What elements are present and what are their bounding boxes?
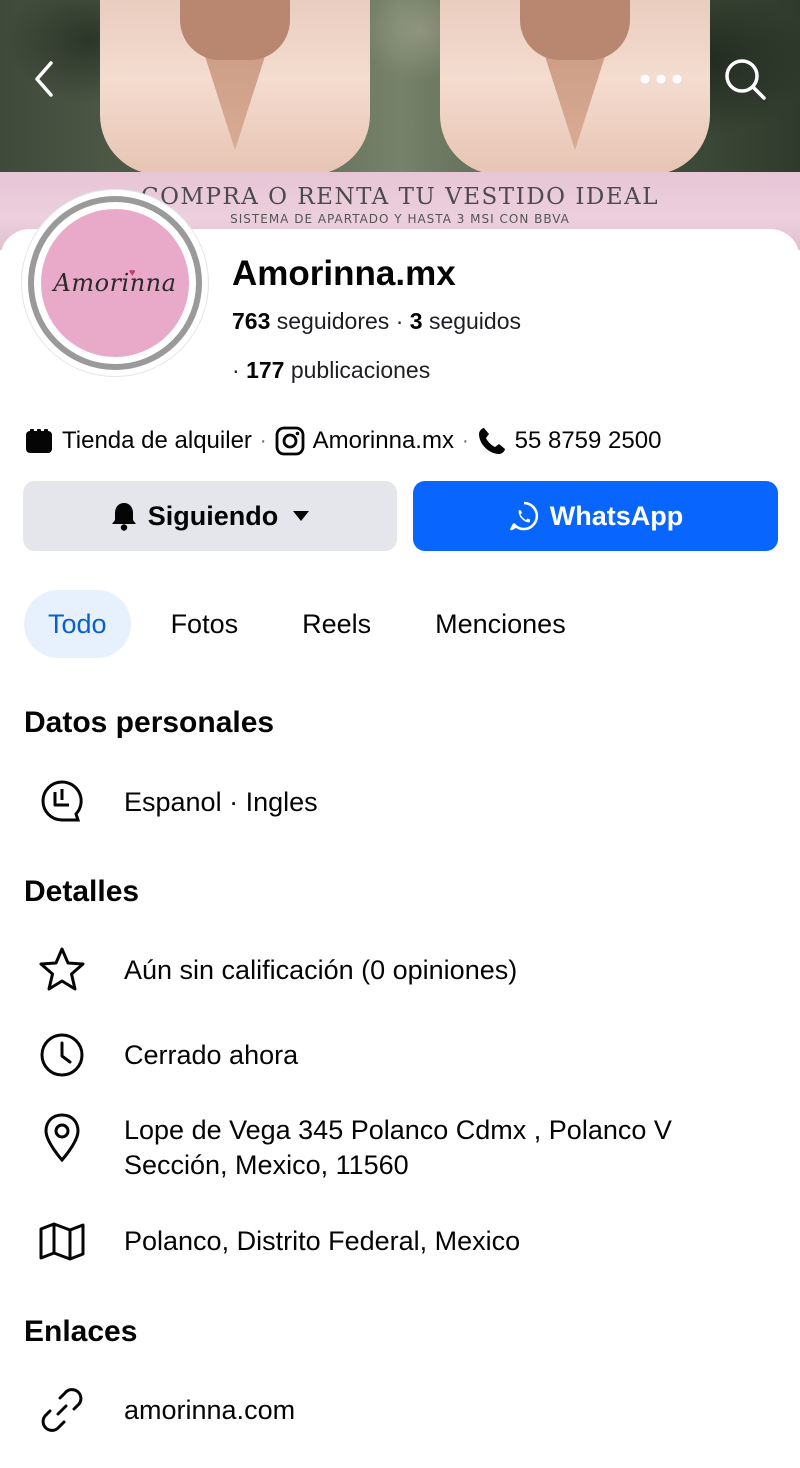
page-name: Amorinna.mx [232, 254, 456, 293]
page-info-line: Tienda de alquiler · Amorinna.mx · 55 87… [24, 424, 661, 458]
cover-model-left-neck [180, 0, 290, 60]
clock-icon [36, 1029, 88, 1081]
phone-icon [477, 426, 507, 456]
section-title-links: Enlaces [24, 1315, 138, 1348]
posts-stats[interactable]: · 177 publicaciones [232, 357, 430, 384]
area-row[interactable]: Polanco, Distrito Federal, Mexico [36, 1215, 520, 1267]
more-options-button[interactable] [634, 52, 688, 106]
section-title-details: Detalles [24, 875, 140, 908]
following-button[interactable]: Siguiendo [23, 481, 397, 551]
posts-label: publicaciones [290, 357, 431, 383]
link-icon [36, 1384, 88, 1436]
languages-text: Espanol · Ingles [124, 787, 318, 817]
follow-stats: 763 seguidores · 3 seguidos [232, 308, 521, 335]
category-text: Tienda de alquiler [62, 427, 252, 454]
search-button[interactable] [718, 52, 772, 106]
whatsapp-icon [508, 500, 540, 532]
back-button[interactable] [18, 52, 72, 106]
map-icon [36, 1215, 88, 1267]
stats-separator: · [232, 357, 247, 383]
shop-icon [24, 426, 54, 456]
posts-count: 177 [246, 357, 285, 383]
followers-label: seguidores [276, 308, 390, 334]
more-dots-icon [640, 74, 682, 84]
search-icon [725, 59, 766, 100]
rating-text: Aún sin calificación (0 opiniones) [124, 955, 518, 985]
whatsapp-button-label: WhatsApp [549, 500, 684, 531]
website-row[interactable]: amorinna.com [36, 1384, 295, 1436]
rating-row[interactable]: Aún sin calificación (0 opiniones) [36, 944, 517, 996]
tab-reels[interactable]: Reels [278, 590, 395, 658]
caret-down-icon [292, 510, 310, 522]
instagram-icon [275, 426, 305, 456]
followers-link[interactable]: 763 seguidores [232, 308, 389, 334]
bell-icon [110, 501, 138, 531]
whatsapp-button[interactable]: WhatsApp [413, 481, 778, 551]
stats-separator: · [395, 308, 410, 334]
following-count: 3 [409, 308, 423, 334]
address-row[interactable]: Lope de Vega 345 Polanco Cdmx , Polanco … [36, 1112, 672, 1180]
profile-sheet [0, 229, 800, 1468]
following-label: seguidos [428, 308, 522, 334]
address-line-1: Lope de Vega 345 Polanco Cdmx , Polanco … [124, 1115, 672, 1145]
hours-row[interactable]: Cerrado ahora [36, 1029, 298, 1081]
area-text: Polanco, Distrito Federal, Mexico [124, 1226, 521, 1256]
avatar-ring: Amorinna ♥ [28, 196, 202, 370]
star-icon [36, 944, 88, 996]
followers-count: 763 [232, 308, 271, 334]
heart-icon: ♥ [129, 267, 136, 279]
speech-bubble-icon [36, 776, 88, 828]
profile-tabs: Todo Fotos Reels Menciones [24, 590, 606, 658]
tab-todo[interactable]: Todo [24, 590, 131, 658]
tab-menciones[interactable]: Menciones [411, 590, 590, 658]
phone-link[interactable]: 55 8759 2500 [515, 427, 662, 455]
section-title-personal: Datos personales [24, 706, 275, 739]
chevron-left-icon [35, 61, 53, 97]
languages-row: Espanol · Ingles [36, 776, 318, 828]
hours-text: Cerrado ahora [124, 1040, 299, 1070]
info-separator: · [461, 429, 469, 452]
following-link[interactable]: 3 seguidos [410, 308, 521, 334]
location-pin-icon [36, 1112, 88, 1164]
info-separator: · [259, 429, 267, 452]
avatar-logo-text: Amorinna [53, 269, 177, 297]
avatar-logo-circle: Amorinna ♥ [41, 209, 189, 357]
following-button-label: Siguiendo [147, 500, 279, 531]
address-line-2: Sección, Mexico, 11560 [124, 1150, 409, 1180]
cover-model-right-neck [520, 0, 630, 60]
website-link[interactable]: amorinna.com [124, 1393, 295, 1427]
instagram-link[interactable]: Amorinna.mx [313, 427, 454, 455]
profile-avatar[interactable]: Amorinna ♥ [22, 190, 208, 376]
tab-fotos[interactable]: Fotos [147, 590, 263, 658]
